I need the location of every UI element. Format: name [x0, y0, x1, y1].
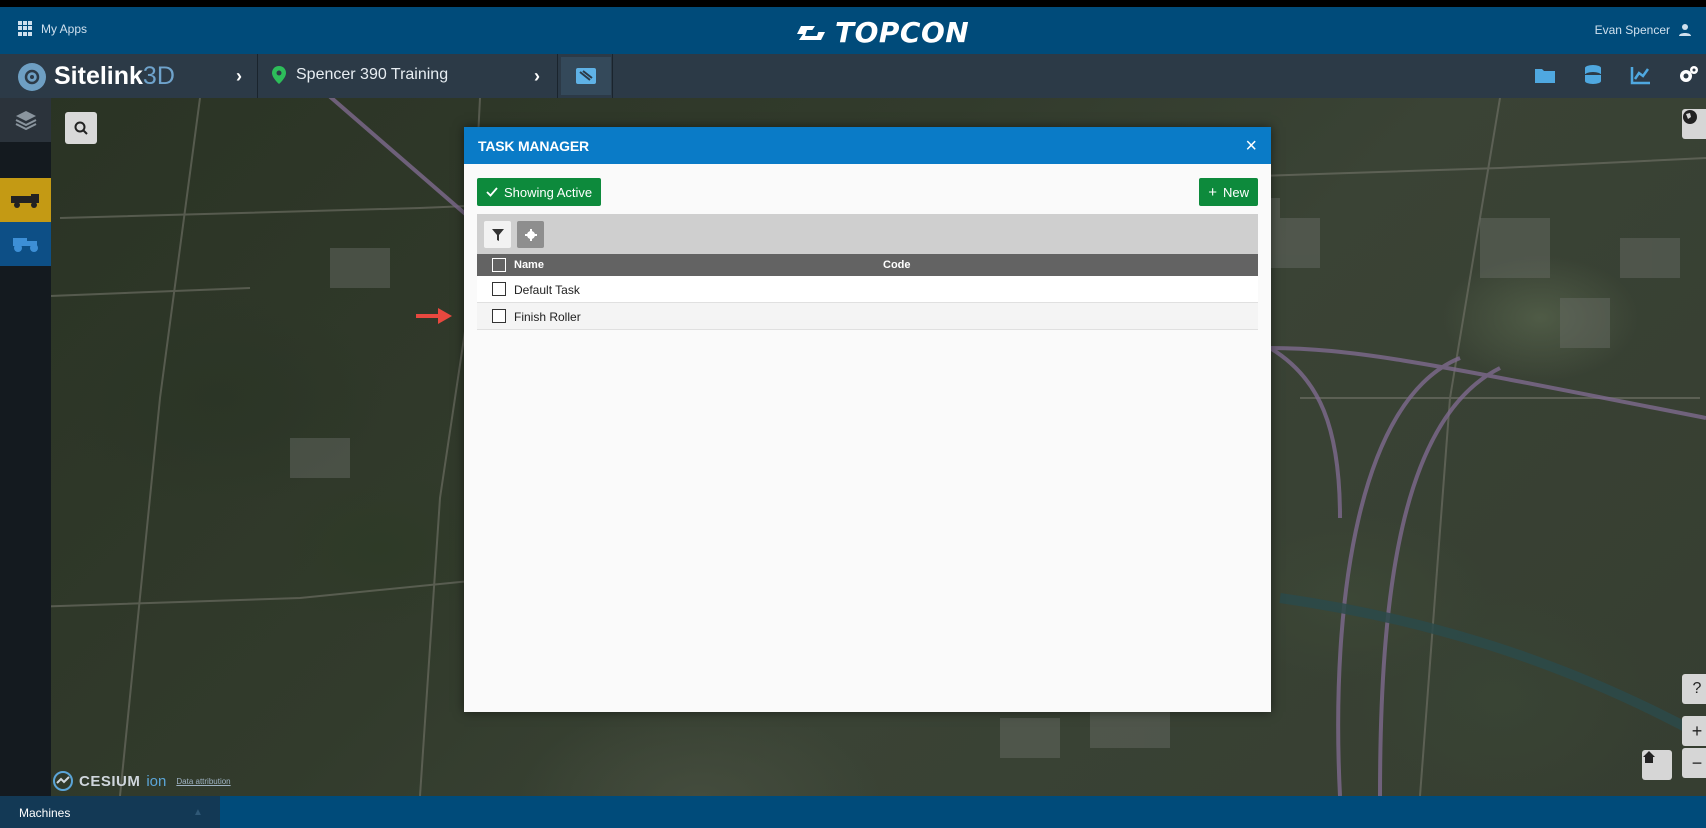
zoom-in-button[interactable]: +: [1682, 716, 1706, 746]
row-checkbox[interactable]: [492, 309, 506, 323]
globe-icon: [1683, 110, 1697, 124]
dump-truck-icon: [10, 194, 39, 208]
grid-header-row: Name Code: [477, 254, 1258, 276]
check-icon: [486, 187, 498, 197]
database-icon[interactable]: [1580, 62, 1606, 88]
task-name: Default Task: [514, 283, 580, 297]
home-view-button[interactable]: [1642, 750, 1672, 780]
user-menu[interactable]: Evan Spencer: [1595, 23, 1692, 37]
nav-divider-3: [612, 54, 613, 98]
sitelink-logo-icon: [18, 62, 46, 91]
left-tool-strip: [0, 98, 51, 796]
showing-active-label: Showing Active: [504, 184, 593, 200]
chart-icon[interactable]: [1628, 62, 1654, 88]
caret-icon: ▲: [193, 807, 203, 818]
close-icon[interactable]: ×: [1245, 136, 1257, 156]
project-selector[interactable]: Spencer 390 Training: [272, 66, 448, 84]
app-name-light: 3D: [142, 62, 175, 90]
grid-toolbar: [477, 214, 1258, 254]
zoom-out-button[interactable]: −: [1682, 748, 1706, 778]
top-app-bar: My Apps TOPCON Evan Spencer: [0, 7, 1706, 54]
row-checkbox[interactable]: [492, 282, 506, 296]
app-nav-bar: Sitelink3D › Spencer 390 Training ›: [0, 54, 1706, 98]
machine-filter-roller[interactable]: [0, 222, 51, 266]
brand-text: TOPCON: [835, 16, 970, 49]
map-search-button[interactable]: [65, 112, 97, 144]
task-manager-dialog: TASK MANAGER × Showing Active + New Name…: [464, 127, 1271, 712]
user-name: Evan Spencer: [1594, 23, 1670, 37]
table-row[interactable]: Finish Roller: [477, 303, 1258, 330]
project-name: Spencer 390 Training: [296, 66, 449, 83]
settings-users-icon[interactable]: [1676, 62, 1702, 88]
grid-settings-button[interactable]: [517, 221, 544, 248]
gear-icon: [524, 228, 537, 241]
nav-divider-2: [557, 54, 558, 98]
breadcrumb-chevron-icon-2: ›: [534, 66, 540, 86]
nav-right-icons: [1532, 62, 1706, 88]
annotation-arrow-icon: [414, 305, 454, 332]
help-button[interactable]: ?: [1682, 674, 1706, 704]
apps-grid-icon: [18, 21, 33, 36]
dialog-header: TASK MANAGER ×: [464, 127, 1271, 164]
topcon-logo: TOPCON: [795, 16, 969, 49]
layers-icon: [15, 111, 36, 131]
new-task-button[interactable]: + New: [1199, 178, 1258, 206]
topcon-mark-icon: [797, 25, 825, 40]
location-pin-icon: [272, 66, 286, 84]
select-all-checkbox[interactable]: [492, 258, 506, 272]
breadcrumb-chevron-icon: ›: [236, 66, 242, 86]
globe-button[interactable]: [1682, 109, 1706, 139]
design-tag-icon: [576, 68, 596, 84]
home-icon: [1643, 751, 1655, 763]
showing-active-toggle[interactable]: Showing Active: [477, 178, 602, 206]
new-label: New: [1222, 184, 1249, 200]
data-attribution-link[interactable]: Data attribution: [176, 777, 230, 786]
table-row[interactable]: Default Task: [477, 276, 1258, 303]
bottom-bar: Machines ▲: [0, 796, 1706, 828]
task-name: Finish Roller: [514, 310, 581, 324]
sitelink-logo[interactable]: Sitelink3D: [18, 62, 175, 91]
user-icon: [1679, 24, 1691, 36]
folder-icon[interactable]: [1532, 62, 1558, 88]
help-icon: ?: [1692, 680, 1702, 697]
cesium-brand: CESIUM: [79, 772, 141, 790]
app-name-bold: Sitelink: [54, 62, 143, 90]
column-header-code[interactable]: Code: [883, 259, 911, 271]
filter-button[interactable]: [484, 221, 511, 248]
plus-icon: +: [1208, 183, 1217, 201]
cesium-logo-icon: [53, 771, 73, 791]
design-layers-button[interactable]: [561, 57, 611, 95]
filter-icon: [491, 228, 504, 241]
nav-divider: [257, 54, 258, 98]
search-icon: [74, 121, 88, 135]
machines-label: Machines: [19, 806, 71, 820]
column-header-name[interactable]: Name: [514, 259, 544, 271]
machine-filter-dozer[interactable]: [0, 178, 51, 222]
layers-button[interactable]: [0, 98, 51, 142]
machines-tab[interactable]: Machines ▲: [0, 796, 220, 828]
cesium-ion: ion: [146, 772, 167, 790]
my-apps-label: My Apps: [41, 21, 88, 36]
roller-icon: [12, 238, 38, 252]
my-apps-link[interactable]: My Apps: [18, 21, 87, 36]
dialog-title: TASK MANAGER: [478, 137, 589, 154]
plus-icon: +: [1691, 720, 1703, 741]
top-frame: [0, 0, 1706, 7]
cesium-attribution: CESIUM ion Data attribution: [53, 771, 231, 791]
minus-icon: −: [1691, 752, 1703, 773]
